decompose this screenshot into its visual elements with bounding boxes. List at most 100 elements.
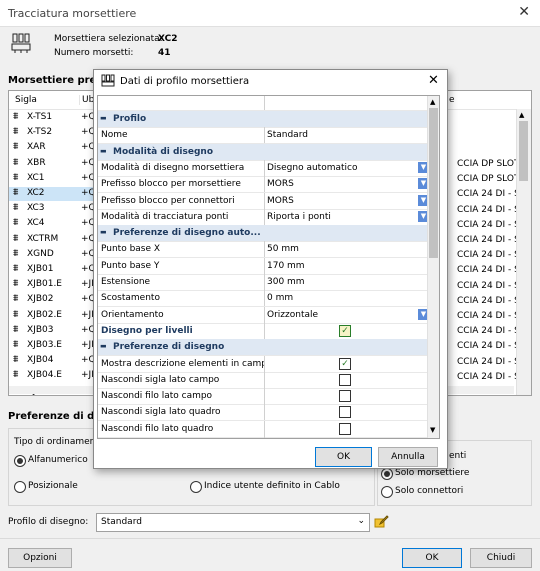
property-row[interactable]: Prefisso blocco per connettori MORS ▼	[98, 192, 429, 210]
terminal-block-icon: ⩩	[13, 263, 19, 274]
property-value[interactable]	[264, 404, 429, 421]
property-value-text: Disegno automatico	[267, 162, 358, 173]
dialog-cancel-button[interactable]: Annulla	[378, 447, 438, 467]
property-name: Nascondi sigla lato campo	[101, 374, 220, 385]
options-button[interactable]: Opzioni	[8, 548, 72, 568]
row-sigla: XJB01	[27, 264, 54, 274]
property-value[interactable]: Disegno automatico ▼	[264, 159, 429, 176]
property-value-text: Orizzontale	[267, 309, 319, 320]
property-grid[interactable]: ▬ Profilo Nome Standard ▬ Modalità di disegno…	[97, 95, 440, 439]
radio-indice-utente-label[interactable]: Indice utente definito in Cablo	[204, 481, 340, 491]
column-header-sigla[interactable]: Sigla	[15, 95, 37, 105]
terminal-block-icon: ⩩	[13, 111, 19, 122]
property-value[interactable]: 50 mm	[264, 241, 429, 258]
checkbox[interactable]	[339, 406, 351, 419]
property-row[interactable]: Punto base X 50 mm	[98, 241, 429, 259]
property-value-text: 300 mm	[267, 277, 305, 287]
property-value[interactable]: ✓	[264, 355, 429, 372]
property-row[interactable]: Modalità di disegno morsettiera Disegno a…	[98, 159, 429, 177]
profile-dialog-close-icon[interactable]: ✕	[428, 73, 439, 88]
profile-select[interactable]: Standard ⌄	[96, 513, 370, 532]
terminal-block-icon: ⩩	[13, 323, 19, 335]
checkbox[interactable]	[339, 422, 351, 435]
property-value[interactable]: ✓	[264, 322, 429, 339]
sort-type-label: Tipo di ordinamento	[14, 437, 105, 447]
column-header-desc[interactable]: e	[449, 95, 455, 105]
property-category: ▬ Profilo	[98, 111, 427, 128]
checkbox[interactable]: ✓	[339, 324, 351, 337]
ok-button[interactable]: OK	[402, 548, 462, 568]
radio-solo-morsettiere-label[interactable]: Solo morsettiere	[395, 468, 469, 478]
window-title: Tracciatura morsettiere	[8, 7, 137, 20]
dialog-ok-button[interactable]: OK	[315, 447, 372, 467]
terminal-block-icon: ⩩	[13, 278, 19, 290]
property-row[interactable]: Nascondi sigla lato campo	[98, 371, 429, 389]
property-value[interactable]: MORS ▼	[264, 176, 429, 193]
property-value[interactable]: 170 mm	[264, 257, 429, 274]
window-titlebar: Tracciatura morsettiere ✕	[0, 0, 540, 27]
radio-solo-morsettiere[interactable]	[381, 468, 393, 483]
property-row[interactable]: Estensione 300 mm	[98, 274, 427, 291]
property-row[interactable]: Punto base Y 170 mm	[98, 257, 429, 275]
radio-posizionale-label[interactable]: Posizionale	[28, 481, 78, 491]
checkbox[interactable]	[339, 373, 351, 386]
terminal-list-scrollbar[interactable]: ▲	[516, 109, 531, 395]
radio-alfanumerico-label[interactable]: Alfanumerico	[28, 455, 88, 465]
property-name: Punto base X	[101, 244, 161, 255]
scroll-thumb[interactable]	[519, 121, 528, 181]
terminal-block-icon: ⩩	[13, 293, 19, 305]
property-value[interactable]: Standard	[264, 127, 429, 144]
property-value[interactable]: 300 mm	[264, 274, 429, 290]
property-row[interactable]: Nome Standard	[98, 127, 429, 145]
terminal-block-icon: ⩩	[13, 369, 19, 381]
radio-solo-connettori-label[interactable]: Solo connettori	[395, 486, 463, 496]
property-value[interactable]	[264, 437, 429, 438]
edit-profile-icon[interactable]	[373, 513, 389, 529]
property-value-text: Riporta i ponti	[267, 211, 331, 222]
property-category: ▬ Preferenze di disegno auto...	[98, 225, 427, 243]
property-value[interactable]: Orizzontale ▼	[264, 306, 429, 323]
property-name: Orientamento	[101, 309, 164, 320]
radio-solo-connettori[interactable]	[381, 486, 393, 501]
property-value[interactable]: MORS ▼	[264, 192, 429, 209]
property-name: Modalità di disegno	[113, 146, 214, 157]
radio-alfanumerico[interactable]	[14, 455, 26, 470]
filter-group-label-fragment: enti	[449, 451, 467, 461]
property-value[interactable]	[264, 371, 429, 388]
close-button[interactable]: Chiudi	[470, 548, 532, 568]
property-row[interactable]: Nascondi sigla lato quadro	[98, 404, 429, 422]
radio-posizionale[interactable]	[14, 481, 26, 496]
property-row[interactable]: Mostra descrizione elementi in campo ✓	[98, 355, 429, 373]
property-value[interactable]: 0 mm	[264, 290, 429, 307]
property-value[interactable]: Riporta i ponti ▼	[264, 208, 429, 225]
table-row[interactable]: ⩩ XC2 +QI	[9, 187, 98, 201]
property-grid-scrollbar[interactable]: ▲ ▼	[427, 96, 439, 438]
scroll-up-icon[interactable]: ▲	[430, 98, 435, 106]
scroll-thumb[interactable]	[429, 108, 438, 258]
property-row[interactable]: Modalità di tracciatura ponti Riporta i p…	[98, 208, 429, 226]
property-category: ▬ Preferenze di disegno	[98, 339, 427, 357]
profile-label: Profilo di disegno:	[8, 517, 89, 527]
profile-dialog-titlebar: Dati di profilo morsettiera ✕	[94, 70, 447, 94]
property-row[interactable]: Orientamento Orizzontale ▼	[98, 306, 429, 324]
property-row[interactable]: Nascondi filo lato campo	[98, 388, 429, 406]
property-value[interactable]	[264, 388, 429, 405]
property-value[interactable]	[264, 420, 429, 437]
terminal-block-icon	[10, 32, 32, 54]
chevron-down-icon[interactable]: ⌄	[357, 516, 365, 526]
terminal-count-label: Numero morsetti:	[54, 48, 134, 58]
property-category: ▬ Modalità di disegno	[98, 143, 427, 161]
checkbox[interactable]: ✓	[339, 357, 351, 370]
scroll-down-icon[interactable]: ▼	[430, 426, 435, 434]
checkbox[interactable]	[339, 390, 351, 403]
property-row[interactable]: Scostamento 0 mm	[98, 290, 429, 308]
property-name: Nascondi filo lato quadro	[101, 423, 214, 434]
row-sigla: X-TS2	[27, 127, 53, 138]
scroll-up-icon[interactable]: ▲	[519, 111, 524, 119]
property-row[interactable]: Nascondi ..............	[98, 437, 429, 438]
window-close-icon[interactable]: ✕	[518, 4, 530, 20]
property-row[interactable]: Nascondi filo lato quadro	[98, 420, 429, 438]
property-row[interactable]: Disegno per livelli ✓	[98, 322, 429, 340]
radio-indice-utente[interactable]	[190, 481, 202, 496]
property-row[interactable]: Prefisso blocco per morsettiere MORS ▼	[98, 176, 429, 194]
